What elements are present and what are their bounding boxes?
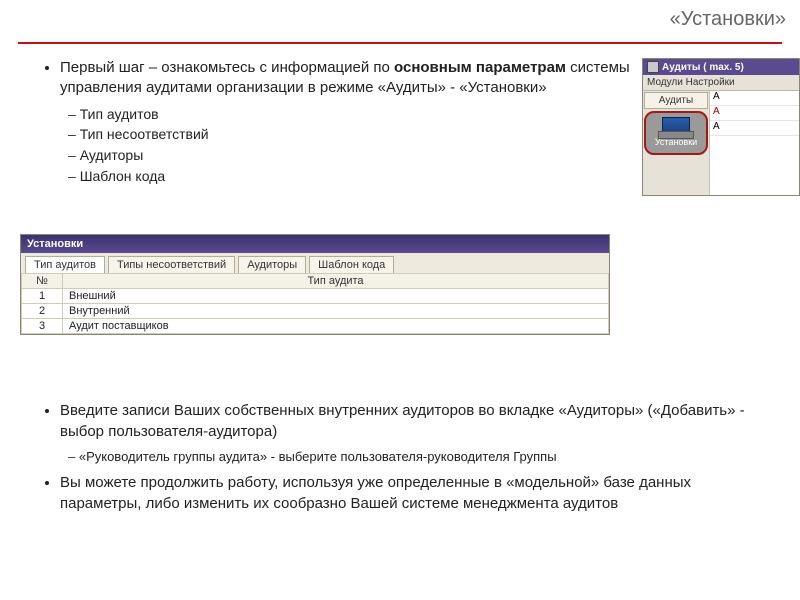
list-item: А [710, 121, 799, 136]
sidebar-item-settings[interactable]: Установки [644, 111, 708, 155]
subbullet: Тип аудитов [68, 105, 632, 124]
text-bold: основным параметрам [394, 59, 566, 76]
sidebar-preview-title: Аудиты ( max. 5) [643, 59, 799, 75]
cell-num: 3 [22, 319, 63, 334]
settings-tabs: Тип аудитов Типы несоответствий Аудиторы… [21, 253, 609, 273]
cell-num: 1 [22, 289, 63, 304]
page-title: «Установки» [670, 8, 786, 31]
cell-value: Аудит поставщиков [63, 319, 609, 334]
subbullet: Шаблон кода [68, 167, 632, 186]
app-icon [647, 61, 659, 73]
bullet-main-3: Вы можете продолжить работу, используя у… [60, 472, 772, 514]
cell-value: Внутренний [63, 304, 609, 319]
settings-window-title: Установки [21, 235, 609, 253]
cell-value: Внешний [63, 289, 609, 304]
sidebar-preview-list: А А А [709, 91, 799, 196]
list-item: А [710, 106, 799, 121]
subbullet: «Руководитель группы аудита» - выберите … [68, 448, 772, 466]
bullet-main-1: Первый шаг – ознакомьтесь с информацией … [60, 58, 632, 186]
table-row[interactable]: 2 Внутренний [22, 304, 609, 319]
sidebar-item-audits[interactable]: Аудиты [644, 92, 708, 109]
tab-audit-types[interactable]: Тип аудитов [25, 256, 105, 273]
text: Введите записи Ваших собственных внутрен… [60, 402, 745, 440]
divider [18, 42, 782, 44]
text: Первый шаг – ознакомьтесь с информацией … [60, 59, 394, 76]
closing-text: Введите записи Ваших собственных внутрен… [32, 400, 772, 520]
intro-text: Первый шаг – ознакомьтесь с информацией … [32, 58, 632, 192]
subbullet: Аудиторы [68, 146, 632, 165]
sidebar-preview-menu: Модули Настройки [643, 75, 799, 91]
tab-auditors[interactable]: Аудиторы [238, 256, 306, 273]
col-header-type: Тип аудита [63, 274, 609, 289]
tab-nonconformity-types[interactable]: Типы несоответствий [108, 256, 235, 273]
settings-window: Установки Тип аудитов Типы несоответстви… [20, 234, 610, 335]
sidebar-preview: Аудиты ( max. 5) Модули Настройки Аудиты… [642, 58, 800, 196]
settings-icon [662, 117, 690, 135]
audit-types-table: № Тип аудита 1 Внешний 2 Внутренний 3 Ау… [21, 273, 609, 334]
table-row[interactable]: 1 Внешний [22, 289, 609, 304]
tab-code-template[interactable]: Шаблон кода [309, 256, 394, 273]
list-item: А [710, 91, 799, 106]
bullet-main-2: Введите записи Ваших собственных внутрен… [60, 400, 772, 466]
sidebar-title-text: Аудиты ( max. 5) [662, 62, 744, 73]
cell-num: 2 [22, 304, 63, 319]
table-row[interactable]: 3 Аудит поставщиков [22, 319, 609, 334]
col-header-num: № [22, 274, 63, 289]
subbullet: Тип несоответствий [68, 125, 632, 144]
